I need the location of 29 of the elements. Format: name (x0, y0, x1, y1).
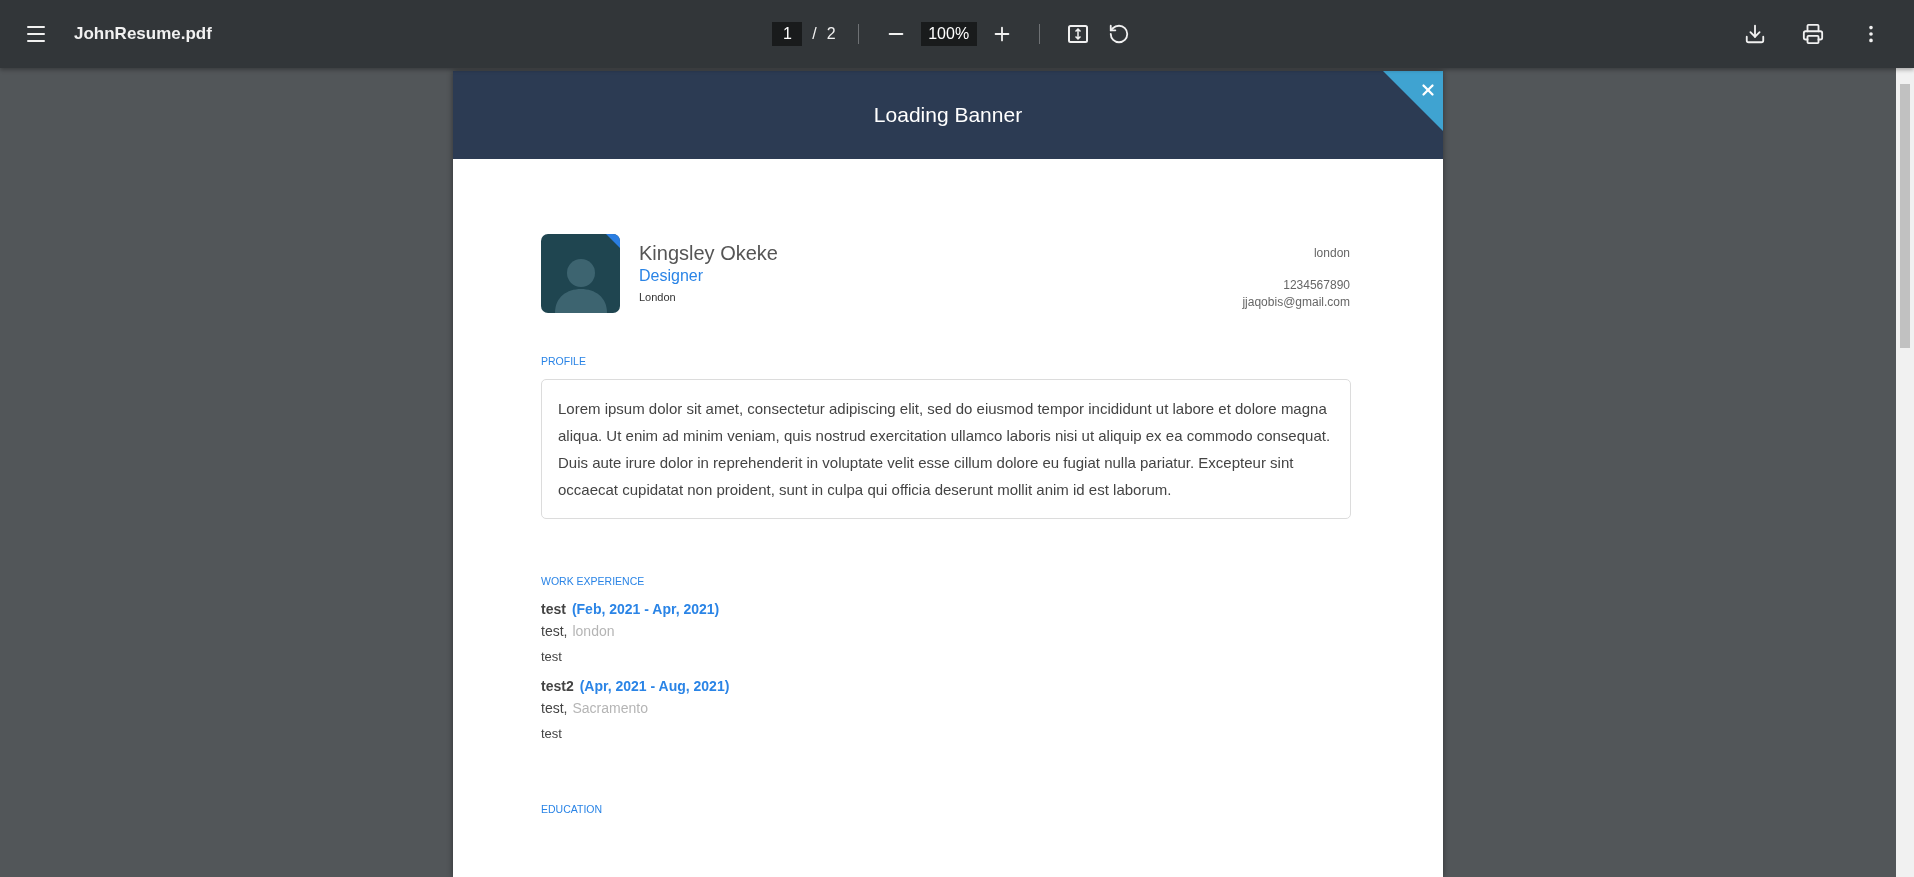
person-name: Kingsley Okeke (639, 242, 778, 265)
company-name: test, (541, 700, 568, 716)
job-location: Sacramento (572, 700, 648, 716)
person-city: London (639, 291, 677, 303)
job-dates: (Apr, 2021 - Aug, 2021) (579, 678, 730, 694)
profile-text: Lorem ipsum dolor sit amet, consectetur adipiscing elit, sed do eiusmod tempor incididunt ut labore et dolore magna aliqua. Ut enim ad minim veniam, quis nostrud exercitation ullamco laboris nisi ut aliquip ex ea commodo consequat. Duis aute irure dolor in reprehenderit in voluptate velit esse cillum dolore eu fugiat nulla pariatur. Excepteur sint occaecat cupidatat non proident, sunt in culpa qui officia deserunt mollit anim id est laborum. (541, 379, 1351, 519)
job-title: test (541, 601, 566, 617)
page-separator: / (812, 25, 817, 43)
scrollbar-thumb[interactable] (1900, 84, 1910, 348)
close-icon[interactable] (1419, 81, 1437, 99)
section-heading: PROFILE (541, 355, 587, 367)
section-heading: WORK EXPERIENCE (541, 575, 646, 587)
scrollbar[interactable] (1896, 68, 1914, 877)
file-name: JohnResume.pdf (74, 24, 212, 44)
job-dates: (Feb, 2021 - Apr, 2021) (571, 601, 720, 617)
address-text: london (1313, 246, 1350, 260)
job-role: Designer (639, 267, 705, 285)
email-text: jjaqobis@gmail.com (1242, 295, 1350, 309)
job-location: london (572, 623, 615, 639)
page-number-field[interactable]: 1 (772, 22, 803, 46)
page-total: 2 (826, 25, 836, 43)
banner-title: Loading Banner (873, 103, 1023, 127)
company-name: test, (541, 623, 568, 639)
job-title: test2 (541, 678, 574, 694)
zoom-field[interactable]: 100% (920, 22, 977, 46)
job-description: test (541, 726, 563, 741)
job-description: test (541, 649, 563, 664)
phone-text: 1234567890 (1283, 278, 1350, 292)
section-heading: EDUCATION (541, 803, 604, 815)
